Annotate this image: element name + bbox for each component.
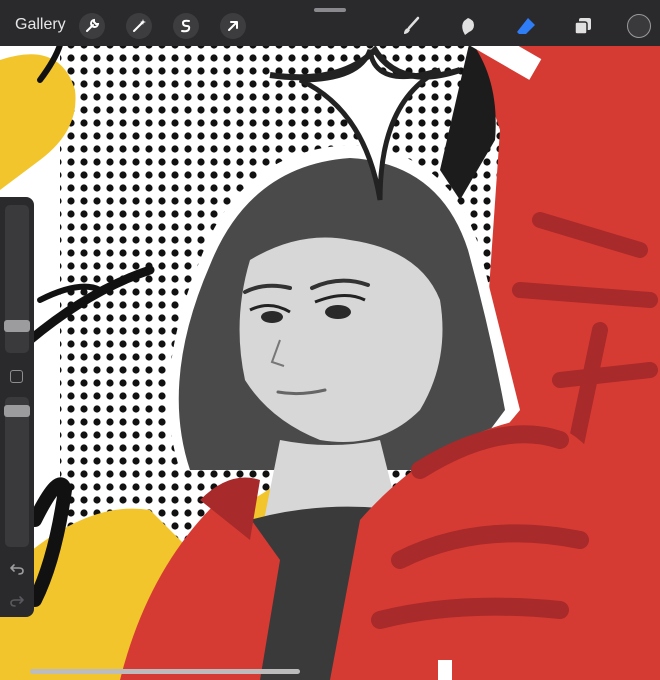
undo-icon: [10, 564, 24, 575]
actions-button[interactable]: [79, 13, 105, 39]
opacity-slider[interactable]: [4, 397, 30, 547]
selection-icon: [181, 19, 191, 33]
smudge-tool-button[interactable]: [454, 12, 482, 40]
artwork: [0, 0, 660, 680]
modify-square-icon[interactable]: [10, 370, 23, 383]
magic-wand-icon: [133, 19, 146, 32]
adjustments-button[interactable]: [126, 13, 152, 39]
layers-button[interactable]: [569, 12, 597, 40]
wrench-icon: [86, 18, 100, 32]
brush-icon: [404, 16, 420, 34]
brush-tool-button[interactable]: [397, 12, 425, 40]
undo-button[interactable]: [6, 558, 28, 578]
eraser-tool-button[interactable]: [512, 12, 540, 40]
opacity-thumb[interactable]: [4, 405, 30, 418]
layers-icon: [574, 18, 591, 35]
brush-size-thumb[interactable]: [4, 319, 30, 332]
gallery-button[interactable]: Gallery: [15, 16, 66, 34]
eraser-icon: [517, 18, 535, 34]
left-sidebar: [0, 197, 34, 617]
transform-button[interactable]: [220, 13, 246, 39]
home-indicator[interactable]: [30, 669, 300, 674]
smudge-icon: [462, 18, 474, 35]
redo-button[interactable]: [6, 590, 28, 610]
top-toolbar: Gallery: [0, 0, 660, 46]
selection-button[interactable]: [173, 13, 199, 39]
brush-size-slider[interactable]: [4, 205, 30, 353]
transform-arrow-icon: [228, 21, 238, 31]
redo-icon: [10, 596, 24, 607]
toolbar-grabber[interactable]: [314, 8, 346, 12]
color-picker-button[interactable]: [627, 14, 651, 38]
drawing-canvas[interactable]: [0, 0, 660, 680]
